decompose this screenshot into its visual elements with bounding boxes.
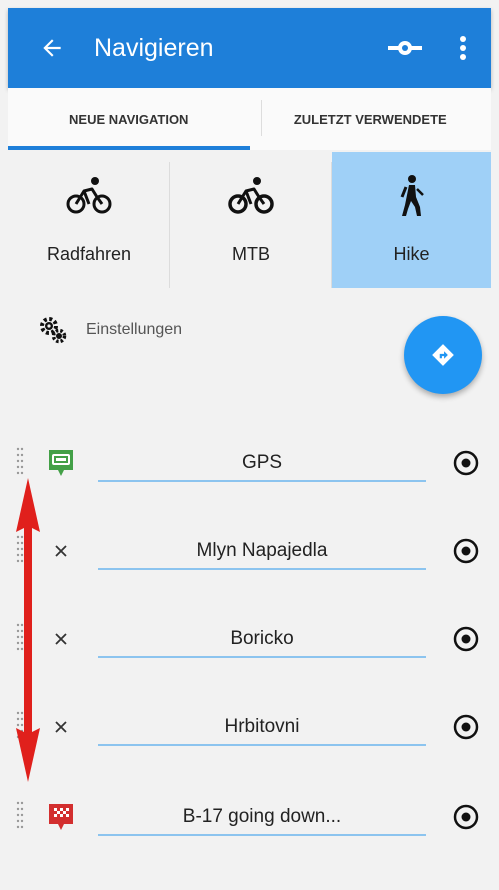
- travel-mode-selector: Radfahren MTB Hike: [8, 152, 499, 288]
- waypoint-input[interactable]: GPS: [98, 446, 426, 482]
- finish-marker: [44, 800, 78, 834]
- settings-label: Einstellungen: [86, 321, 183, 338]
- waypoint-input[interactable]: B-17 going down...: [98, 800, 426, 836]
- settings-button[interactable]: Einstellungen: [38, 315, 182, 345]
- route-points-icon: [388, 41, 422, 55]
- mode-label: MTB: [232, 244, 270, 264]
- tab-divider: [261, 100, 262, 136]
- waypoint-input[interactable]: Hrbitovni: [98, 710, 426, 746]
- tab-zuletzt-verwendete[interactable]: ZULETZT VERWENDETE: [250, 88, 492, 150]
- drag-handle-icon[interactable]: [16, 800, 24, 830]
- page-title: Navigieren: [94, 33, 214, 62]
- waypoint-row: Mlyn Napajedla: [0, 534, 499, 584]
- waypoint-row: GPS: [0, 446, 499, 496]
- arrow-down-icon: [16, 650, 40, 782]
- back-button[interactable]: [32, 28, 72, 68]
- finish-flag-icon: [49, 804, 73, 830]
- gps-start-icon: [49, 450, 73, 476]
- tab-label: NEUE NAVIGATION: [69, 111, 189, 127]
- select-on-map-icon[interactable]: [452, 625, 480, 653]
- waypoint-input[interactable]: Boricko: [98, 622, 426, 658]
- app-bar: Navigieren: [8, 8, 491, 88]
- more-vertical-icon: [460, 36, 466, 60]
- mode-label: Radfahren: [46, 244, 132, 264]
- route-points-button[interactable]: [383, 26, 427, 70]
- overflow-menu-button[interactable]: [441, 26, 485, 70]
- tab-neue-navigation[interactable]: NEUE NAVIGATION: [8, 88, 250, 150]
- arrow-left-icon: [43, 39, 61, 57]
- mode-radfahren[interactable]: Radfahren: [8, 152, 170, 288]
- reorder-annotation-arrows: [16, 478, 40, 782]
- select-on-map-icon[interactable]: [452, 713, 480, 741]
- select-on-map-icon[interactable]: [452, 537, 480, 565]
- select-on-map-icon[interactable]: [452, 803, 480, 831]
- tab-bar: NEUE NAVIGATION ZULETZT VERWENDETE: [8, 88, 491, 150]
- remove-icon: [55, 545, 67, 557]
- waypoint-row: Boricko: [0, 622, 499, 672]
- select-on-map-icon[interactable]: [452, 449, 480, 477]
- start-navigation-fab[interactable]: [404, 316, 482, 394]
- tab-label: ZULETZT VERWENDETE: [293, 111, 447, 127]
- bicycle-icon: [66, 177, 112, 214]
- waypoint-row: B-17 going down...: [0, 800, 499, 850]
- mode-label: Hike: [393, 244, 430, 264]
- remove-icon: [55, 633, 67, 645]
- waypoint-input[interactable]: Mlyn Napajedla: [98, 534, 426, 570]
- waypoint-row: Hrbitovni: [0, 710, 499, 760]
- arrow-up-icon: [16, 478, 40, 650]
- gears-icon: [40, 317, 67, 344]
- hiking-icon: [400, 175, 424, 216]
- mode-hike[interactable]: Hike: [332, 152, 491, 288]
- directions-icon: [432, 344, 454, 366]
- mountain-bike-icon: [228, 177, 274, 214]
- remove-icon: [55, 721, 67, 733]
- mode-mtb[interactable]: MTB: [170, 152, 332, 288]
